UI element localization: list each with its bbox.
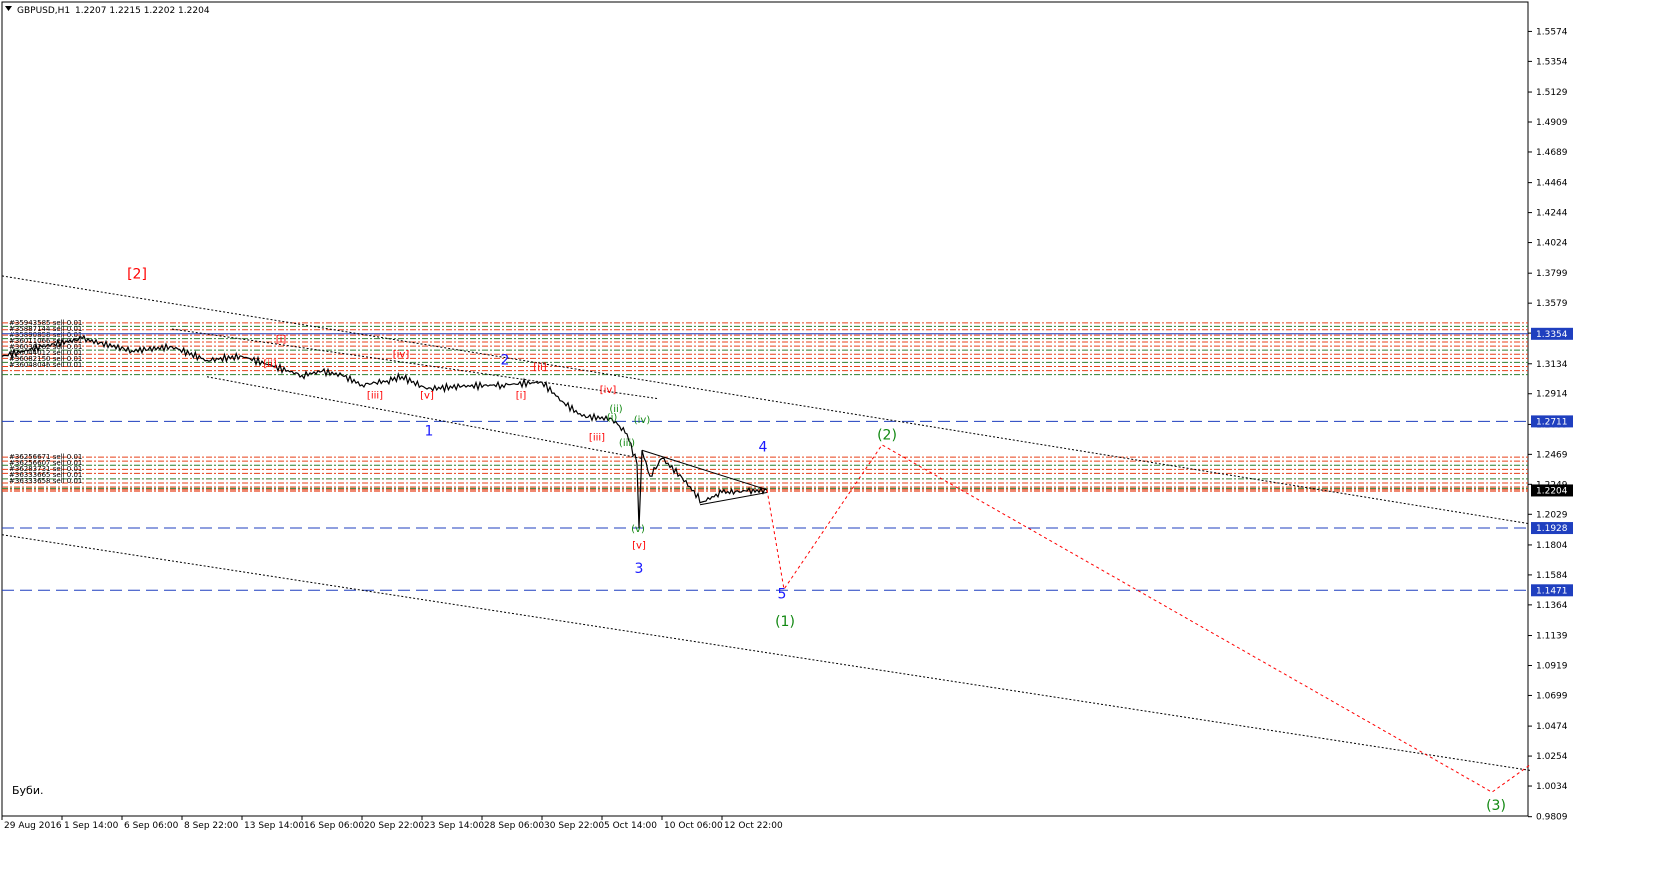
wave-label: [iii] [367, 391, 383, 402]
wave-label: (1) [775, 614, 795, 630]
y-tick-label: 1.4909 [1536, 118, 1568, 128]
x-tick-label: 16 Sep 06:00 [304, 821, 364, 831]
wave-label: 4 [759, 440, 768, 456]
y-tick-label: 1.2469 [1536, 450, 1568, 460]
y-tick-label: 1.3799 [1536, 269, 1568, 279]
x-tick-label: 10 Oct 06:00 [664, 821, 723, 831]
x-tick-label: 30 Sep 22:00 [544, 821, 604, 831]
y-tick-label: 1.1139 [1536, 632, 1568, 642]
y-tick-label: 1.4244 [1536, 209, 1568, 219]
y-tick-label: 1.3134 [1536, 360, 1568, 370]
wave-label: [ii] [263, 359, 276, 370]
ohlc-readout: 1.2207 1.2215 1.2202 1.2204 [75, 6, 210, 16]
price-tag-label: 1.2711 [1536, 417, 1568, 427]
x-tick-label: 1 Sep 14:00 [64, 821, 119, 831]
wave-label: [iv] [393, 350, 410, 361]
wave-label: (v) [631, 524, 645, 535]
x-tick-label: 5 Oct 14:00 [604, 821, 657, 831]
trend-line [641, 449, 768, 491]
x-tick-label: 23 Sep 14:00 [424, 821, 484, 831]
y-tick-label: 1.2914 [1536, 390, 1568, 400]
wave-label: (2) [877, 427, 897, 443]
wave-label: [v] [420, 391, 434, 402]
wave-label: 5 [778, 587, 787, 603]
y-tick-label: 1.0919 [1536, 661, 1568, 671]
triangle-down-icon[interactable] [5, 6, 12, 11]
x-tick-label: 6 Sep 06:00 [124, 821, 179, 831]
y-tick-label: 1.0034 [1536, 782, 1568, 792]
wave-label: (ii) [609, 404, 622, 415]
x-tick-label: 29 Aug 2016 [4, 821, 62, 831]
x-tick-label: 28 Sep 06:00 [484, 821, 544, 831]
price-tag-label: 1.3354 [1536, 330, 1568, 340]
y-tick-label: 1.1584 [1536, 571, 1568, 581]
y-tick-label: 1.1364 [1536, 601, 1568, 611]
wave-label: [i] [276, 335, 287, 346]
price-chart[interactable]: #35943585 sell 0.01#35887144 sell 0.01#3… [0, 0, 1676, 892]
price-tag-label: 1.1928 [1536, 524, 1568, 534]
wave-label: [iii] [589, 433, 605, 444]
projection-line [766, 444, 1531, 793]
x-tick-label: 8 Sep 22:00 [184, 821, 239, 831]
chart-note: Буби. [12, 784, 44, 797]
y-tick-label: 0.9809 [1536, 813, 1568, 823]
wave-label: [ii] [533, 362, 546, 373]
wave-label: [iv] [600, 385, 617, 396]
y-tick-label: 1.4464 [1536, 179, 1568, 189]
y-tick-label: 1.1804 [1536, 541, 1568, 551]
trend-line [171, 328, 658, 400]
symbol-label: GBPUSD,H1 [17, 6, 70, 16]
wave-label: (iii) [619, 438, 635, 449]
wave-label: 3 [635, 561, 644, 577]
wave-label: [2] [127, 267, 147, 283]
trend-line [206, 376, 643, 459]
wave-label: (3) [1486, 798, 1506, 814]
trend-line [1, 534, 1531, 771]
y-tick-label: 1.0254 [1536, 752, 1568, 762]
y-tick-label: 1.4024 [1536, 239, 1568, 249]
y-tick-label: 1.2029 [1536, 510, 1568, 520]
x-tick-label: 20 Sep 22:00 [364, 821, 424, 831]
wave-label: (iv) [634, 415, 651, 426]
wave-label: 1 [425, 423, 434, 439]
wave-label: [i] [516, 391, 527, 402]
y-tick-label: 1.4689 [1536, 148, 1568, 158]
y-tick-label: 1.0699 [1536, 691, 1568, 701]
y-tick-label: 1.5354 [1536, 57, 1568, 67]
price-line [1, 334, 768, 529]
order-label: #36333658 sell 0.01 [9, 477, 82, 485]
price-tag-label: 1.1471 [1536, 586, 1568, 596]
x-tick-label: 13 Sep 14:00 [244, 821, 304, 831]
order-label: #36048046 sell 0.01 [9, 361, 82, 369]
chart-window: #35943585 sell 0.01 #35887144 sell 0.01 #3… [0, 0, 1676, 892]
x-tick-label: 12 Oct 22:00 [724, 821, 783, 831]
plot-frame [1, 1, 1529, 817]
price-tag-label: 1.2204 [1536, 486, 1568, 496]
wave-label: 2 [501, 352, 510, 368]
y-tick-label: 1.0474 [1536, 722, 1568, 732]
y-tick-label: 1.5129 [1536, 88, 1568, 98]
y-tick-label: 1.3579 [1536, 299, 1568, 309]
y-tick-label: 1.5574 [1536, 27, 1568, 37]
wave-label: [v] [632, 540, 646, 551]
